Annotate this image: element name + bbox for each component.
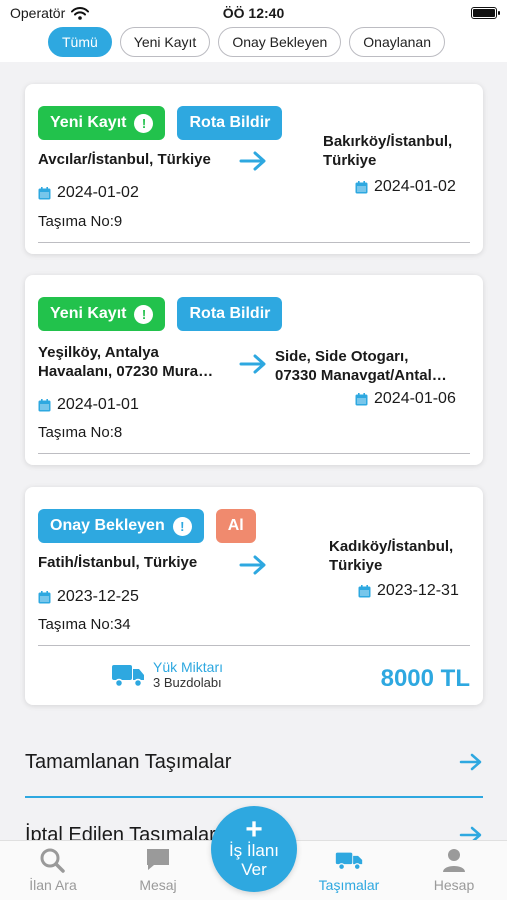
filter-new[interactable]: Yeni Kayıt: [119, 27, 211, 57]
destination-location: Kadıköy/İstanbul, Türkiye: [329, 538, 454, 574]
calendar-icon: [358, 584, 371, 597]
status-badge[interactable]: Yeni Kayıt !: [38, 106, 166, 140]
info-icon: !: [134, 113, 154, 133]
divider: [38, 645, 470, 646]
route-report-button[interactable]: Rota Bildir: [177, 297, 283, 331]
battery-icon: [471, 7, 500, 19]
nav-account[interactable]: Hesap: [409, 841, 499, 900]
origin-location: Avcılar/İstanbul, Türkiye: [38, 151, 211, 168]
post-job-button[interactable]: + İş İlanı Ver: [211, 806, 297, 892]
divider: [38, 453, 470, 454]
truck-icon: [112, 665, 144, 688]
plus-icon: +: [245, 813, 263, 846]
carrier-label: Operatör: [10, 5, 66, 21]
status-badge[interactable]: Onay Bekleyen !: [38, 509, 204, 543]
load-amount: 3 Buzdolabı: [153, 675, 222, 690]
destination-date: 2024-01-06: [355, 390, 456, 408]
destination-date: 2023-12-31: [358, 582, 459, 600]
shipment-card[interactable]: Yeni Kayıt ! Rota Bildir Yeşilköy, Antal…: [25, 275, 483, 465]
shipment-card[interactable]: Yeni Kayıt ! Rota Bildir Avcılar/İstanbu…: [25, 84, 483, 254]
origin-location: Yeşilköy, Antalya Havaalanı, 07230 Mura…: [38, 344, 214, 380]
nav-search[interactable]: İlan Ara: [8, 841, 98, 900]
take-button[interactable]: Al: [215, 509, 256, 543]
shipment-card[interactable]: Onay Bekleyen ! Al Fatih/İstanbul, Türki…: [25, 487, 483, 705]
status-bar: Operatör ÖÖ 12:40: [0, 0, 507, 26]
filter-approved[interactable]: Onaylanan: [349, 27, 445, 57]
destination-date: 2024-01-02: [355, 178, 456, 196]
filter-bar: Tümü Yeni Kayıt Onay Bekleyen Onaylanan: [0, 26, 507, 62]
user-icon: [443, 849, 465, 872]
origin-date: 2023-12-25: [38, 588, 139, 606]
row-divider: [25, 796, 483, 798]
wifi-icon: [71, 6, 90, 20]
arrow-right-icon: [239, 555, 266, 575]
load-info: Yük Miktarı 3 Buzdolabı: [111, 659, 223, 691]
price: 8000 TL: [380, 665, 470, 692]
shipment-number: Taşıma No:34: [38, 616, 131, 633]
nav-messages[interactable]: Mesaj: [113, 841, 203, 900]
calendar-icon: [355, 392, 368, 405]
info-icon: !: [134, 304, 154, 324]
truck-icon: [335, 852, 363, 871]
completed-shipments-row[interactable]: Tamamlanan Taşımalar: [25, 732, 483, 792]
nav-shipments[interactable]: Taşımalar: [304, 841, 394, 900]
status-badge[interactable]: Yeni Kayıt !: [38, 297, 166, 331]
status-label: Yeni Kayıt: [50, 114, 127, 131]
filter-pending[interactable]: Onay Bekleyen: [218, 27, 342, 57]
arrow-right-icon: [239, 354, 266, 374]
shipment-number: Taşıma No:8: [38, 424, 123, 441]
destination-location: Bakırköy/İstanbul, Türkiye: [323, 133, 453, 169]
status-label: Yeni Kayıt: [50, 305, 127, 322]
shipment-number: Taşıma No:9: [38, 213, 123, 230]
calendar-icon: [38, 590, 51, 603]
calendar-icon: [355, 180, 368, 193]
calendar-icon: [38, 398, 51, 411]
search-icon: [40, 848, 65, 873]
status-label: Onay Bekleyen: [50, 517, 165, 534]
destination-location: Side, Side Otogarı, 07330 Manavgat/Antal…: [275, 348, 447, 384]
row-label: Tamamlanan Taşımalar: [25, 750, 232, 773]
info-icon: !: [172, 516, 192, 536]
arrow-right-icon: [459, 753, 482, 771]
origin-date: 2024-01-02: [38, 184, 139, 202]
load-title: Yük Miktarı: [153, 659, 224, 675]
arrow-right-icon: [239, 151, 266, 171]
message-icon: [147, 849, 169, 870]
calendar-icon: [38, 186, 51, 199]
filter-all[interactable]: Tümü: [48, 27, 112, 57]
origin-date: 2024-01-01: [38, 396, 139, 414]
origin-location: Fatih/İstanbul, Türkiye: [38, 554, 198, 571]
clock: ÖÖ 12:40: [222, 5, 285, 21]
route-report-button[interactable]: Rota Bildir: [177, 106, 283, 140]
divider: [38, 242, 470, 243]
